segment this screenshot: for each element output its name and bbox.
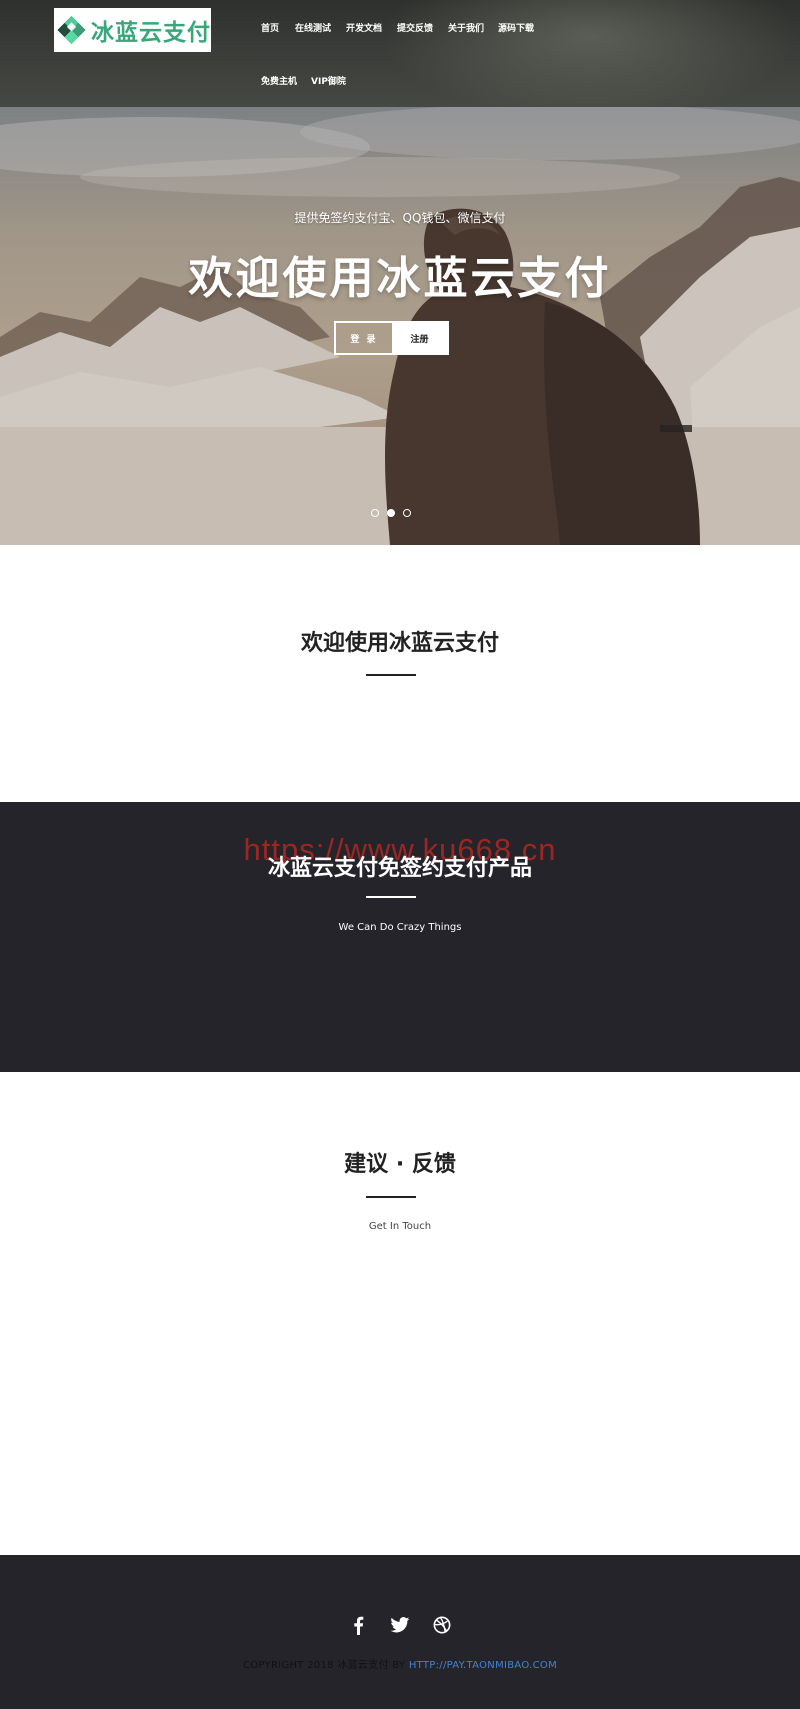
hero-subtitle: 提供免签约支付宝、QQ钱包、微信支付 [294,211,506,225]
twitter-icon[interactable] [390,1615,410,1635]
site-header: 冰蓝云支付 首页 在线测试 开发文档 提交反馈 关于我们 源码下载 免费主机 V… [0,0,800,107]
register-button[interactable]: 注册 [392,323,447,353]
dribbble-icon[interactable] [432,1615,452,1635]
nav-item-source-download[interactable]: 源码下载 [498,21,534,34]
products-subtitle: We Can Do Crazy Things [338,922,462,933]
welcome-title: 欢迎使用冰蓝云支付 [0,625,800,657]
products-title: 冰蓝云支付免签约支付产品 [267,856,532,881]
welcome-section: 欢迎使用冰蓝云支付 [0,545,800,802]
copyright-text: COPYRIGHT 2018 冰蓝云支付 BY [242,1660,409,1671]
feedback-section: 建议 · 反馈 Get In Touch [0,1072,800,1555]
nav-item-online-test[interactable]: 在线测试 [295,21,331,34]
nav-item-home[interactable]: 首页 [261,21,279,34]
copyright: COPYRIGHT 2018 冰蓝云支付 BY HTTP://PAY.TAONM… [0,1656,800,1671]
hero-slider: 提供免签约支付宝、QQ钱包、微信支付 欢迎使用冰蓝云支付 登 录 注册 [0,107,800,545]
hero-button-group: 登 录 注册 [334,321,449,355]
products-section: https://www.ku668.cn 冰蓝云支付免签约支付产品 We Can… [0,802,800,1072]
welcome-divider [366,674,416,676]
welcome-title-prefix: 欢迎使用 [300,631,389,656]
site-footer: COPYRIGHT 2018 冰蓝云支付 BY HTTP://PAY.TAONM… [0,1555,800,1709]
feedback-subtitle: Get In Touch [368,1221,432,1232]
slider-dot-1[interactable] [371,509,379,517]
nav-item-vip[interactable]: VIP御院 [311,74,346,87]
hero-title: 欢迎使用冰蓝云支付 [0,242,800,306]
feedback-title: 建议 · 反馈 [344,1152,456,1177]
nav-item-free-host[interactable]: 免费主机 [261,74,297,87]
nav-item-feedback[interactable]: 提交反馈 [397,21,433,34]
main-nav: 首页 在线测试 开发文档 提交反馈 关于我们 源码下载 免费主机 VIP御院 [0,0,800,107]
copyright-link[interactable]: HTTP://PAY.TAONMIBAO.COM [409,1660,557,1671]
welcome-title-bold: 冰蓝云支付 [389,631,500,656]
slider-dot-2[interactable] [387,509,395,517]
hero-title-bold: 冰蓝云支付 [376,253,612,304]
slider-dots [371,509,411,517]
social-links [0,1615,800,1635]
facebook-icon[interactable] [348,1615,368,1635]
products-divider [366,896,416,898]
feedback-divider [366,1196,416,1198]
nav-item-about[interactable]: 关于我们 [448,21,484,34]
slider-dot-3[interactable] [403,509,411,517]
nav-item-dev-docs[interactable]: 开发文档 [346,21,382,34]
login-button[interactable]: 登 录 [336,323,392,353]
hero-title-prefix: 欢迎使用 [188,253,377,304]
